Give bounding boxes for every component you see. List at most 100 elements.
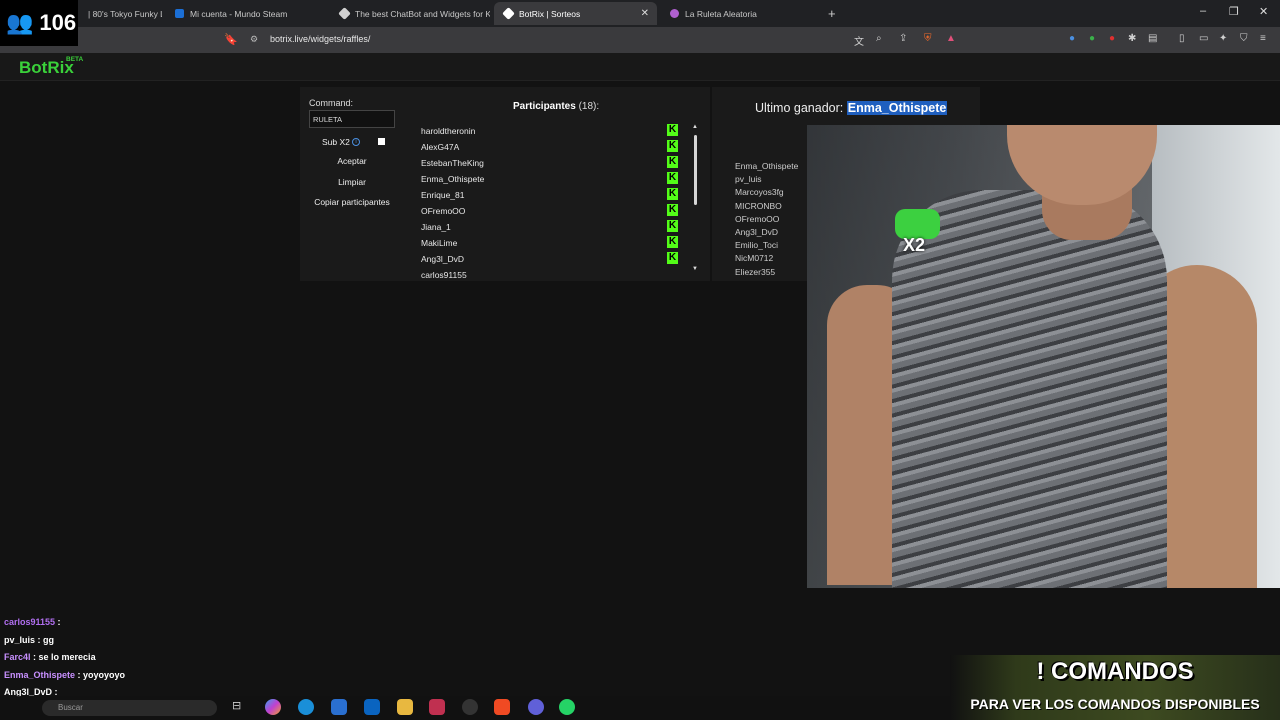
participant-name: MakiLime <box>421 238 458 248</box>
extension-red-icon[interactable]: ● <box>1109 33 1115 44</box>
store-icon[interactable] <box>331 699 347 715</box>
list-item: Enrique_81 K <box>415 187 685 203</box>
chat-username: carlos91155 <box>4 617 56 627</box>
chat-username: Enma_Othispete <box>4 669 76 680</box>
participant-name: Ang3l_DvD <box>421 254 464 264</box>
address-bar: 🔖 ⚙ botrix.live/widgets/raffles/ 文 ⌕ ⇪ ⛨… <box>0 27 1280 53</box>
participant-name: carlos91155 <box>421 270 467 278</box>
extension-blue-icon[interactable]: ● <box>1069 33 1075 44</box>
participant-name: EstebanTheKing <box>421 158 484 168</box>
list-item: MICRONBO <box>735 200 782 211</box>
app-icon[interactable] <box>429 699 445 715</box>
tab-label: La Ruleta Aleatoria <box>685 8 757 19</box>
bookmark-icon[interactable]: 🔖 <box>224 33 238 46</box>
discord-icon[interactable] <box>528 699 544 715</box>
list-item: OFremoOO K <box>415 203 685 219</box>
participant-name: Jiana_1 <box>421 222 451 232</box>
file-explorer-icon[interactable] <box>397 699 413 715</box>
kick-icon: K <box>667 188 678 200</box>
tab-label: The best ChatBot and Widgets for Ki <box>355 8 490 19</box>
accept-button[interactable]: Aceptar <box>309 153 395 170</box>
chat-message: pv_luis : gg <box>4 634 55 645</box>
tab-botrix-sorteos[interactable]: BotRix | Sorteos ✕ <box>494 2 657 25</box>
participant-name: Enrique_81 <box>421 190 465 200</box>
brave-shield-icon[interactable]: ⛨ <box>924 33 932 44</box>
people-icon: 👥 <box>6 10 34 35</box>
list-item: Enma_Othispete <box>735 161 799 171</box>
viewer-count: 106 <box>39 10 77 35</box>
list-item: Emilio_Toci <box>735 240 778 251</box>
kick-icon: K <box>667 140 678 152</box>
edge-icon[interactable] <box>298 699 314 715</box>
copy-participants-button[interactable]: Copiar participantes <box>309 194 395 211</box>
clear-button[interactable]: Limpiar <box>309 174 395 191</box>
scroll-down-icon[interactable]: ▼ <box>692 266 698 272</box>
vpn-icon[interactable]: ⛉ <box>1240 33 1248 44</box>
participants-scrollbar[interactable] <box>694 135 697 205</box>
tab-label: | 80's Tokyo Funky Lo <box>88 8 162 19</box>
commands-banner-title: ! COMANDOS <box>1036 658 1194 685</box>
whatsapp-icon[interactable] <box>559 699 575 715</box>
brave-icon[interactable] <box>494 699 510 715</box>
tab-mundo-steam[interactable]: Mi cuenta - Mundo Steam <box>165 2 325 25</box>
chat-message: carlos91155 : <box>4 617 61 627</box>
menu-icon[interactable]: ≡ <box>1260 33 1266 44</box>
last-winner-name: Enma_Othispete <box>846 101 948 115</box>
x2-emote-icon: X2 <box>895 205 940 255</box>
sidebar-icon[interactable]: ▯ <box>1179 33 1185 44</box>
list-item: Ang3l_DvD <box>735 226 778 237</box>
close-tab-icon[interactable]: ✕ <box>641 8 649 19</box>
webcam-feed <box>807 125 1280 588</box>
wallet-icon[interactable]: ▭ <box>1199 33 1208 44</box>
url-text[interactable]: botrix.live/widgets/raffles/ <box>270 34 370 44</box>
extensions-icon[interactable]: ✱ <box>1128 33 1136 44</box>
chat-message: Enma_Othispete : yoyoyoyo <box>4 669 126 680</box>
leo-icon[interactable]: ✦ <box>1219 33 1227 44</box>
kick-icon: K <box>667 252 678 264</box>
browser-tab-bar: | 80's Tokyo Funky Lo Mi cuenta - Mundo … <box>0 0 1280 27</box>
list-item: AlexG47A K <box>415 139 685 155</box>
command-input[interactable] <box>309 110 395 128</box>
command-label: Command: <box>309 98 354 108</box>
commands-banner-subtitle: PARA VER LOS COMANDOS DISPONIBLES <box>970 696 1260 712</box>
extension-green-icon[interactable]: ● <box>1089 33 1095 44</box>
share-icon[interactable]: ⇪ <box>899 33 907 44</box>
scroll-up-icon[interactable]: ▲ <box>692 124 698 130</box>
emote-label: X2 <box>903 235 926 255</box>
tab-funky[interactable]: | 80's Tokyo Funky Lo <box>78 2 162 25</box>
participant-name: haroldtheronin <box>421 126 476 136</box>
tab-botrix-home[interactable]: The best ChatBot and Widgets for Ki <box>330 2 490 25</box>
info-icon[interactable]: i <box>352 138 360 146</box>
list-item: EstebanTheKing K <box>415 155 685 171</box>
outlook-icon[interactable] <box>364 699 380 715</box>
task-view-icon[interactable]: ⊟ <box>232 699 248 715</box>
taskbar-search[interactable]: Buscar <box>42 700 217 716</box>
steam-icon <box>175 9 184 18</box>
copilot-icon[interactable] <box>265 699 281 715</box>
tab-ruleta[interactable]: La Ruleta Aleatoria <box>660 2 820 25</box>
participant-name: OFremoOO <box>421 206 466 216</box>
brave-rewards-icon[interactable]: ▲ <box>946 33 956 44</box>
list-item: NicM0712 <box>735 253 774 264</box>
translate-icon[interactable]: 文 <box>854 33 864 48</box>
site-settings-icon[interactable]: ⚙ <box>250 34 258 45</box>
ruleta-icon <box>670 9 679 18</box>
kick-icon: K <box>667 204 678 216</box>
list-item: OFremoOO <box>735 213 780 224</box>
close-window-icon[interactable]: ✕ <box>1259 5 1268 18</box>
obs-icon[interactable] <box>462 699 478 715</box>
reading-list-icon[interactable]: ▤ <box>1148 33 1157 44</box>
participant-name: AlexG47A <box>421 142 460 152</box>
site-header <box>0 53 1280 81</box>
restore-icon[interactable]: ❐ <box>1229 5 1239 18</box>
beta-badge: BETA <box>66 56 84 63</box>
tab-label: BotRix | Sorteos <box>519 8 581 19</box>
zoom-icon[interactable]: ⌕ <box>876 33 882 44</box>
sub-x2-label: Sub X2 <box>322 137 350 147</box>
chat-username: pv_luis <box>4 634 36 645</box>
new-tab-icon[interactable]: + <box>828 6 836 21</box>
participants-title-text: Participantes <box>513 101 576 112</box>
sub-x2-checkbox[interactable] <box>378 138 385 145</box>
minimize-icon[interactable]: – <box>1200 5 1206 17</box>
participants-list[interactable]: haroldtheronin K AlexG47A K EstebanTheKing… <box>415 123 685 278</box>
